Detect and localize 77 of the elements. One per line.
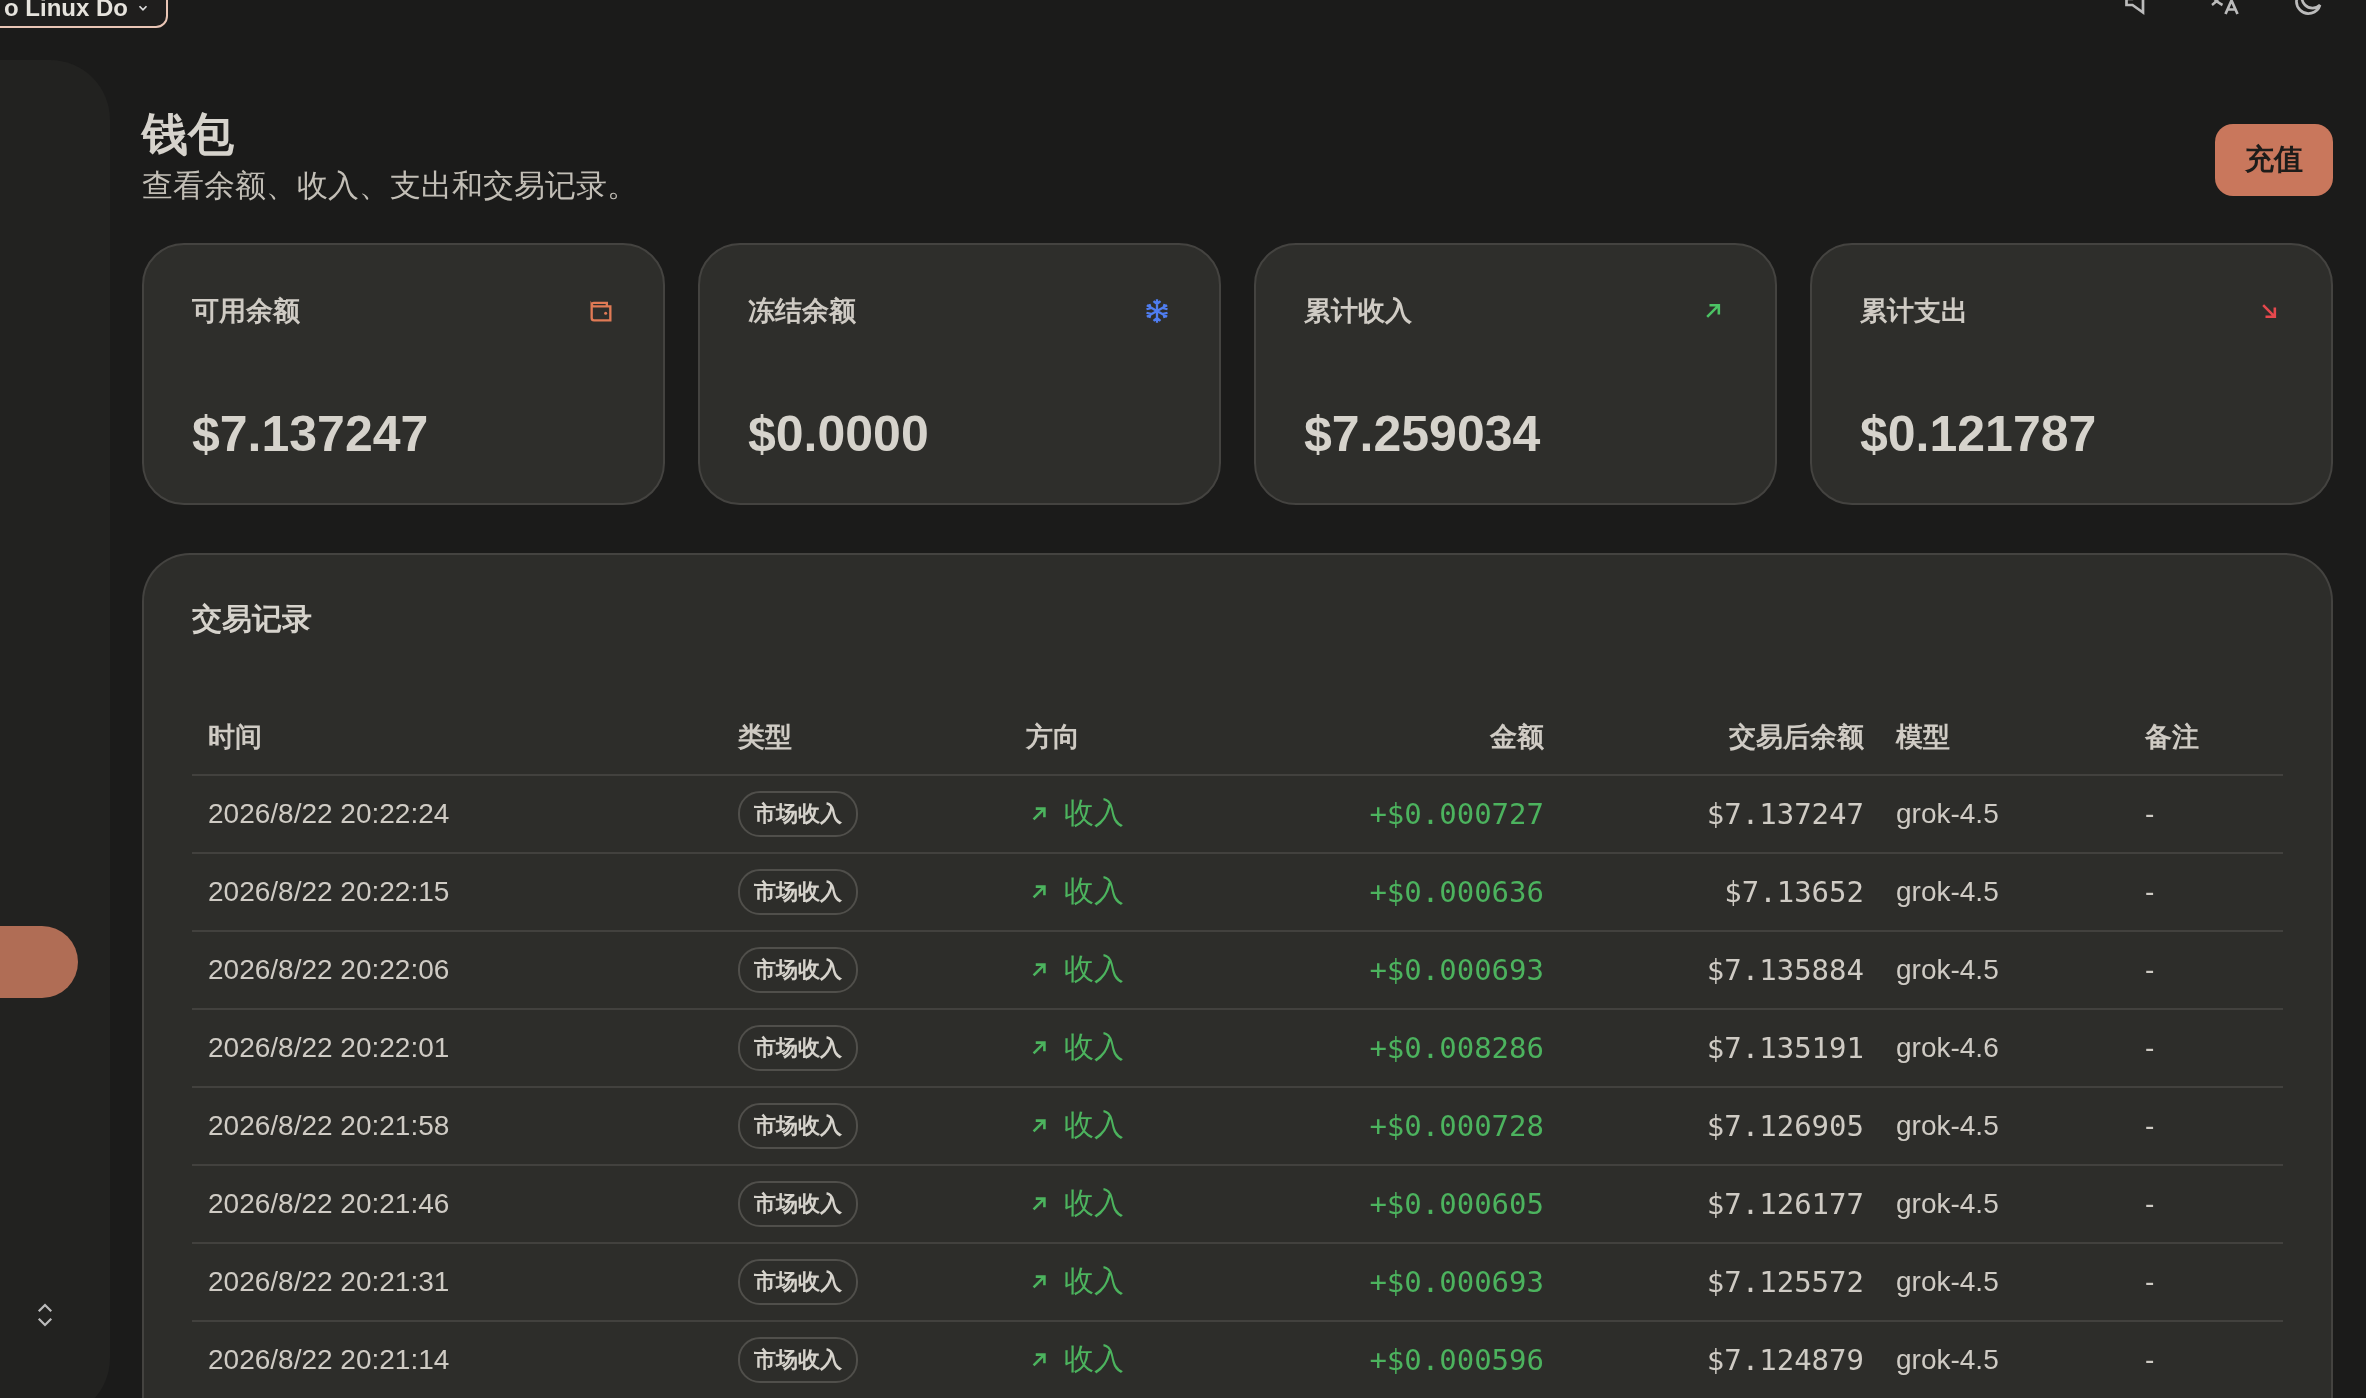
- direction-label: 收入: [1064, 1341, 1124, 1378]
- panel-title: 交易记录: [192, 600, 313, 637]
- recharge-button[interactable]: 充值: [2215, 124, 2333, 197]
- balance-cell: $7.137247: [1560, 774, 1880, 853]
- table-cell: -: [2129, 1164, 2283, 1243]
- amount-cell: +$0.000728: [1260, 1086, 1560, 1165]
- snowflake-icon: [1143, 296, 1171, 325]
- amount-cell: +$0.000636: [1260, 852, 1560, 931]
- card-value: $7.137247: [192, 404, 430, 463]
- table-cell: grok-4.6: [1880, 1008, 2129, 1087]
- amount-cell: +$0.000693: [1260, 930, 1560, 1009]
- column-header: 金额: [1260, 699, 1560, 775]
- table-cell: 2026/8/22 20:21:46: [192, 1164, 722, 1243]
- balance-cell: $7.124879: [1560, 1320, 1880, 1398]
- direction-label: 收入: [1064, 1185, 1124, 1222]
- column-header: 备注: [2129, 699, 2283, 775]
- balance-cell: $7.126177: [1560, 1164, 1880, 1243]
- column-header: 时间: [192, 699, 722, 775]
- balance-cell: $7.135884: [1560, 930, 1880, 1009]
- direction-label: 收入: [1064, 1263, 1124, 1300]
- table-cell: 2026/8/22 20:22:01: [192, 1008, 722, 1087]
- balance-cell: $7.135191: [1560, 1008, 1880, 1087]
- table-cell: 2026/8/22 20:21:58: [192, 1086, 722, 1165]
- direction-label: 收入: [1064, 1107, 1124, 1144]
- table-cell: 2026/8/22 20:22:15: [192, 852, 722, 931]
- direction-label: 收入: [1064, 795, 1124, 832]
- table-cell: grok-4.5: [1880, 1164, 2129, 1243]
- table-cell: 2026/8/22 20:21:31: [192, 1242, 722, 1321]
- table-cell: 2026/8/22 20:22:06: [192, 930, 722, 1009]
- table-cell: grok-4.5: [1880, 1320, 2129, 1398]
- card-label: 冻结余额: [748, 294, 856, 328]
- table-cell: -: [2129, 930, 2283, 1009]
- amount-cell: +$0.000693: [1260, 1242, 1560, 1321]
- card-label: 可用余额: [192, 294, 300, 328]
- card-value: $0.121787: [1860, 404, 2098, 463]
- column-header: 交易后余额: [1560, 699, 1880, 775]
- table-cell: grok-4.5: [1880, 852, 2129, 931]
- table-cell: -: [2129, 1320, 2283, 1398]
- table-cell: 2026/8/22 20:21:14: [192, 1320, 722, 1398]
- type-tag: 市场收入: [738, 1180, 858, 1227]
- type-tag: 市场收入: [738, 1102, 858, 1149]
- table-cell: 2026/8/22 20:22:24: [192, 774, 722, 853]
- amount-cell: +$0.000605: [1260, 1164, 1560, 1243]
- type-tag: 市场收入: [738, 1258, 858, 1305]
- card-value: $7.259034: [1304, 404, 1542, 463]
- type-tag: 市场收入: [738, 946, 858, 993]
- card-label: 累计支出: [1860, 294, 1968, 328]
- sidebar-item[interactable]: [0, 926, 78, 998]
- table-cell: -: [2129, 1242, 2283, 1321]
- table-cell: grok-4.5: [1880, 774, 2129, 853]
- type-tag: 市场收入: [738, 868, 858, 915]
- balance-cell: $7.13652: [1560, 852, 1880, 931]
- amount-cell: +$0.000596: [1260, 1320, 1560, 1398]
- type-tag: 市场收入: [738, 1336, 858, 1383]
- table-cell: grok-4.5: [1880, 1086, 2129, 1165]
- amount-cell: +$0.000727: [1260, 774, 1560, 853]
- direction-label: 收入: [1064, 1029, 1124, 1066]
- page-title: 钱包: [142, 108, 235, 161]
- type-tag: 市场收入: [738, 1024, 858, 1071]
- page-subtitle: 查看余额、收入、支出和交易记录。: [142, 166, 638, 205]
- balance-cell: $7.125572: [1560, 1242, 1880, 1321]
- column-header: 模型: [1880, 699, 2129, 775]
- amount-cell: +$0.008286: [1260, 1008, 1560, 1087]
- direction-label: 收入: [1064, 873, 1124, 910]
- table-cell: grok-4.5: [1880, 1242, 2129, 1321]
- card-label: 累计收入: [1304, 294, 1412, 328]
- column-header: 类型: [722, 699, 1010, 775]
- table-cell: -: [2129, 1008, 2283, 1087]
- table-cell: -: [2129, 1086, 2283, 1165]
- direction-label: 收入: [1064, 951, 1124, 988]
- table-cell: grok-4.5: [1880, 930, 2129, 1009]
- balance-cell: $7.126905: [1560, 1086, 1880, 1165]
- table-cell: -: [2129, 774, 2283, 853]
- column-header: 方向: [1010, 699, 1260, 775]
- table-cell: -: [2129, 852, 2283, 931]
- type-tag: 市场收入: [738, 790, 858, 837]
- card-value: $0.0000: [748, 404, 930, 463]
